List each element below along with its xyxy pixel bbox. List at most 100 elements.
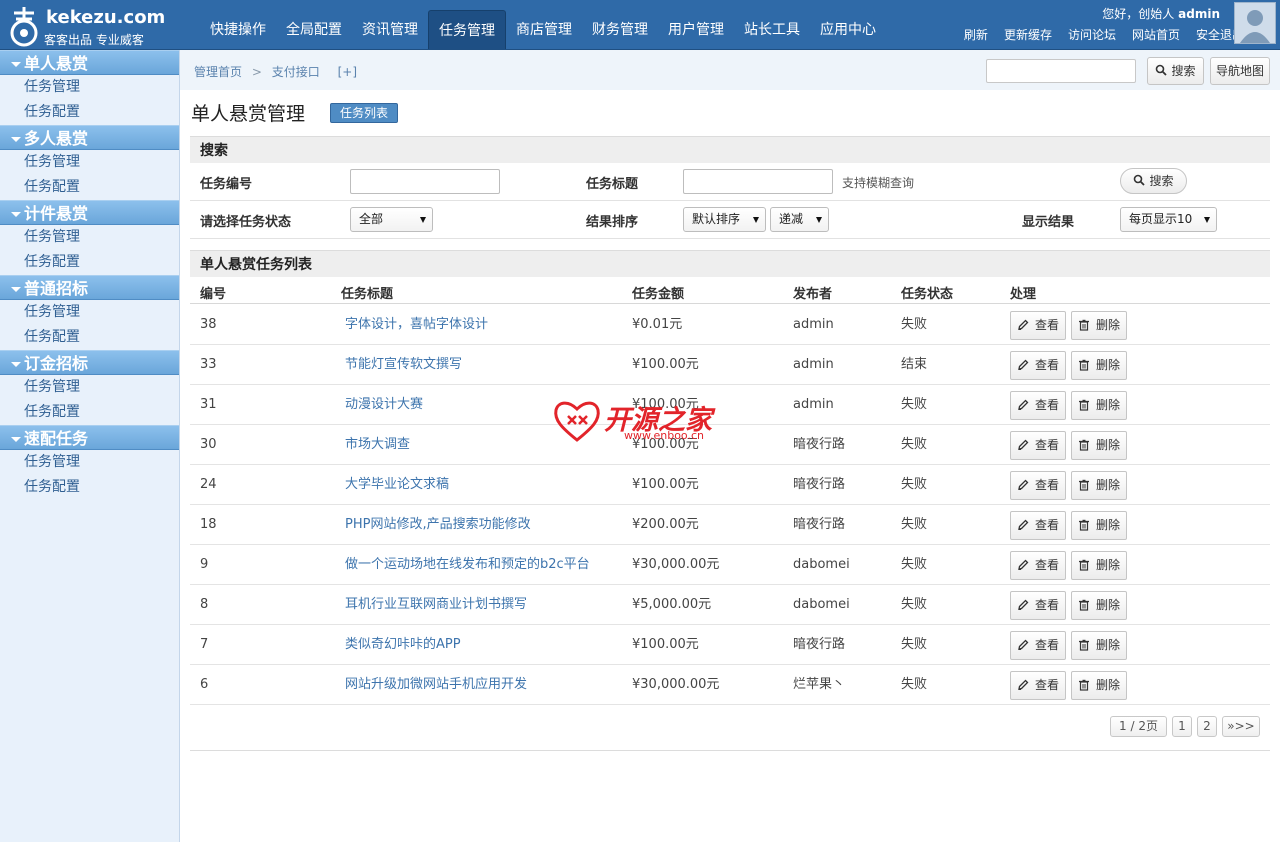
greeting-text: 您好，创始人 — [1102, 7, 1175, 21]
user-greeting: 您好，创始人 admin — [1102, 5, 1220, 22]
view-button[interactable]: 查看 — [1010, 471, 1066, 500]
view-button[interactable]: 查看 — [1010, 511, 1066, 540]
sidebar-group-3[interactable]: 普通招标 — [0, 275, 179, 300]
breadcrumb-add[interactable]: [+] — [338, 65, 357, 79]
task-title-link[interactable]: 类似奇幻咔咔的APP — [345, 625, 461, 665]
sidebar-group-2[interactable]: 计件悬赏 — [0, 200, 179, 225]
sidebar-item-2-0[interactable]: 任务管理 — [0, 225, 179, 250]
sidebar-item-0-0[interactable]: 任务管理 — [0, 75, 179, 100]
sidebar-group-4[interactable]: 订金招标 — [0, 350, 179, 375]
breadcrumb-home[interactable]: 管理首页 — [194, 65, 242, 79]
task-title-link[interactable]: 网站升级加微网站手机应用开发 — [345, 665, 527, 705]
sidebar-group-5[interactable]: 速配任务 — [0, 425, 179, 450]
delete-button[interactable]: 删除 — [1071, 431, 1127, 460]
page-size-select[interactable]: 每页显示10 — [1120, 207, 1217, 232]
delete-button[interactable]: 删除 — [1071, 391, 1127, 420]
sidebar-item-2-1[interactable]: 任务配置 — [0, 250, 179, 275]
nav-item-5[interactable]: 财务管理 — [582, 10, 658, 49]
view-button[interactable]: 查看 — [1010, 311, 1066, 340]
sidebar-item-4-1[interactable]: 任务配置 — [0, 400, 179, 425]
delete-button[interactable]: 删除 — [1071, 551, 1127, 580]
sort-label: 结果排序 — [586, 215, 639, 230]
delete-button[interactable]: 删除 — [1071, 631, 1127, 660]
top-link-1[interactable]: 更新缓存 — [1004, 26, 1052, 43]
sidebar: 单人悬赏 任务管理 任务配置 多人悬赏 任务管理 任务配置 计件悬赏 任务管理 任务配置 普通招标… — [0, 50, 180, 842]
sort-select[interactable]: 默认排序 — [683, 207, 766, 232]
sidebar-item-1-0[interactable]: 任务管理 — [0, 150, 179, 175]
delete-label: 删除 — [1096, 438, 1121, 452]
task-status: 失败 — [901, 597, 928, 612]
nav-item-7[interactable]: 站长工具 — [734, 10, 810, 49]
top-link-2[interactable]: 访问论坛 — [1068, 26, 1116, 43]
sidebar-group-0[interactable]: 单人悬赏 — [0, 50, 179, 75]
task-status: 失败 — [901, 437, 928, 452]
nav-item-2[interactable]: 资讯管理 — [352, 10, 428, 49]
nav-item-8[interactable]: 应用中心 — [810, 10, 886, 49]
page-size-select-value: 每页显示10 — [1129, 212, 1193, 226]
sidebar-group-title: 单人悬赏 — [24, 54, 89, 73]
sidebar-item-3-1[interactable]: 任务配置 — [0, 325, 179, 350]
task-id-input[interactable] — [350, 169, 500, 194]
sidebar-group-1[interactable]: 多人悬赏 — [0, 125, 179, 150]
delete-button[interactable]: 删除 — [1071, 511, 1127, 540]
top-search-button[interactable]: 搜索 — [1147, 57, 1204, 85]
nav-item-0[interactable]: 快捷操作 — [200, 10, 276, 49]
delete-button[interactable]: 删除 — [1071, 591, 1127, 620]
view-button[interactable]: 查看 — [1010, 351, 1066, 380]
sidebar-item-1-1[interactable]: 任务配置 — [0, 175, 179, 200]
task-title-link[interactable]: PHP网站修改,产品搜索功能修改 — [345, 505, 531, 545]
sidebar-item-3-0[interactable]: 任务管理 — [0, 300, 179, 325]
username[interactable]: admin — [1178, 7, 1220, 21]
order-select[interactable]: 递减 — [770, 207, 829, 232]
task-title-link[interactable]: 节能灯宣传软文撰写 — [345, 345, 462, 385]
fuzzy-search-hint: 支持模糊查询 — [842, 176, 915, 190]
nav-item-6[interactable]: 用户管理 — [658, 10, 734, 49]
edit-icon — [1018, 319, 1029, 330]
next-page-button[interactable]: »>> — [1222, 716, 1260, 737]
view-button[interactable]: 查看 — [1010, 391, 1066, 420]
avatar[interactable] — [1234, 2, 1276, 44]
chevron-down-icon — [753, 217, 759, 223]
navmap-button[interactable]: 导航地图 — [1210, 57, 1270, 85]
nav-item-1[interactable]: 全局配置 — [276, 10, 352, 49]
nav-item-3[interactable]: 任务管理 — [428, 10, 506, 49]
trash-icon — [1079, 319, 1089, 331]
task-title-link[interactable]: 字体设计，喜帖字体设计 — [345, 305, 488, 345]
page-1-button[interactable]: 1 — [1172, 716, 1192, 737]
nav-item-4[interactable]: 商店管理 — [506, 10, 582, 49]
task-publisher: 暗夜行路 — [793, 637, 846, 652]
view-button[interactable]: 查看 — [1010, 591, 1066, 620]
top-search-input[interactable] — [986, 59, 1136, 83]
delete-button[interactable]: 删除 — [1071, 311, 1127, 340]
view-button[interactable]: 查看 — [1010, 431, 1066, 460]
task-title-link[interactable]: 做一个运动场地在线发布和预定的b2c平台 — [345, 545, 590, 585]
task-title-link[interactable]: 动漫设计大赛 — [345, 385, 423, 425]
view-button[interactable]: 查看 — [1010, 551, 1066, 580]
status-select[interactable]: 全部 — [350, 207, 433, 232]
task-title-link[interactable]: 耳机行业互联网商业计划书撰写 — [345, 585, 527, 625]
sidebar-item-0-1[interactable]: 任务配置 — [0, 100, 179, 125]
top-link-3[interactable]: 网站首页 — [1132, 26, 1180, 43]
sidebar-item-4-0[interactable]: 任务管理 — [0, 375, 179, 400]
logo-brand: kekezu.com — [46, 7, 166, 28]
task-title-link[interactable]: 大学毕业论文求稿 — [345, 465, 449, 505]
breadcrumb-current[interactable]: 支付接口 — [272, 65, 320, 79]
page-2-button[interactable]: 2 — [1197, 716, 1217, 737]
delete-button[interactable]: 删除 — [1071, 471, 1127, 500]
top-link-0[interactable]: 刷新 — [964, 26, 988, 43]
task-list-button[interactable]: 任务列表 — [330, 103, 398, 123]
sidebar-item-5-0[interactable]: 任务管理 — [0, 450, 179, 475]
search-button[interactable]: 搜索 — [1120, 168, 1187, 194]
task-title-input[interactable] — [683, 169, 833, 194]
table-row: 6 网站升级加微网站手机应用开发 ¥30,000.00元 烂苹果丶 失败 查看 删除 — [190, 665, 1270, 705]
table-row: 8 耳机行业互联网商业计划书撰写 ¥5,000.00元 dabomei 失败 查看 删除 — [190, 585, 1270, 625]
sidebar-item-5-1[interactable]: 任务配置 — [0, 475, 179, 500]
form-divider — [190, 238, 1270, 239]
task-title-link[interactable]: 市场大调查 — [345, 425, 410, 465]
logo[interactable]: kekezu.com 客客出品 专业威客 — [8, 3, 174, 47]
delete-button[interactable]: 删除 — [1071, 671, 1127, 700]
delete-button[interactable]: 删除 — [1071, 351, 1127, 380]
view-button[interactable]: 查看 — [1010, 671, 1066, 700]
order-select-value: 递减 — [779, 212, 804, 226]
view-button[interactable]: 查看 — [1010, 631, 1066, 660]
